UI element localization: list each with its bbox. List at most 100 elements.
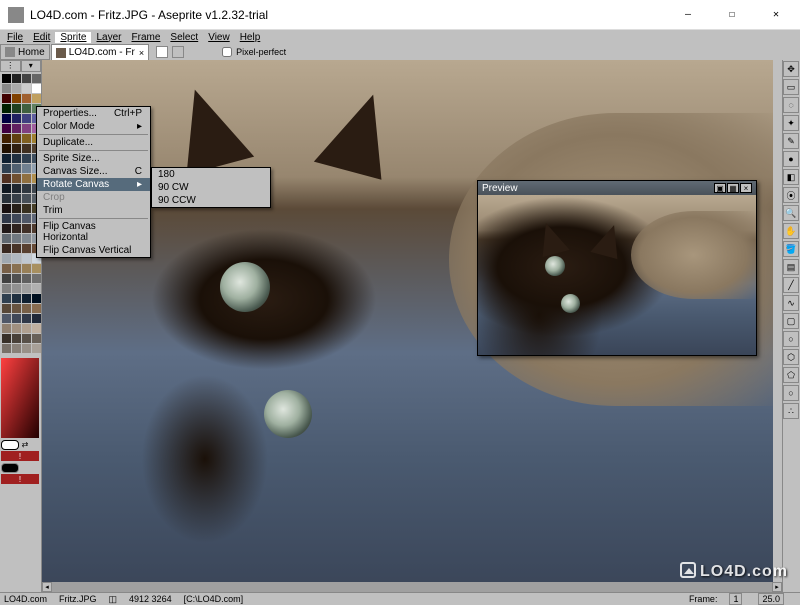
line-tool[interactable]: ╱ [783,277,799,293]
eraser-tool[interactable]: ◧ [783,169,799,185]
foreground-color-swatch[interactable] [1,440,19,450]
blur-tool[interactable]: ○ [783,385,799,401]
paint-bucket-tool[interactable]: 🪣 [783,241,799,257]
lasso-tool[interactable]: ◌ [783,97,799,113]
palette-swatch[interactable] [22,274,31,283]
palette-swatch[interactable] [22,214,31,223]
palette-swatch[interactable] [2,234,11,243]
palette-swatch[interactable] [2,114,11,123]
palette-swatch[interactable] [12,224,21,233]
menu-properties[interactable]: Properties... Ctrl+P [37,107,150,120]
palette-swatch[interactable] [32,94,41,103]
palette-swatch[interactable] [32,294,41,303]
menu-rotate-90ccw[interactable]: 90 CCW [152,194,270,207]
palette-swatch[interactable] [12,264,21,273]
palette-swatch[interactable] [32,324,41,333]
palette-swatch[interactable] [2,104,11,113]
palette-swatch[interactable] [32,344,41,353]
menu-select[interactable]: Select [165,32,203,43]
color-warning-bar[interactable]: ! [1,451,39,461]
menu-duplicate[interactable]: Duplicate... [37,136,150,149]
palette-swatch[interactable] [22,144,31,153]
palette-swatch[interactable] [2,184,11,193]
palette-swatch[interactable] [2,144,11,153]
palette-swatch[interactable] [32,284,41,293]
palette-swatch[interactable] [12,284,21,293]
gradient-tool[interactable]: ▤ [783,259,799,275]
rect-select-tool[interactable]: ▭ [783,79,799,95]
palette-swatch[interactable] [12,154,21,163]
color-warning-bar-2[interactable]: ! [1,474,39,484]
pencil-tool[interactable]: ✎ [783,133,799,149]
menu-rotate-180[interactable]: 180 [152,168,270,181]
palette-swatch[interactable] [2,194,11,203]
palette-swatch[interactable] [22,74,31,83]
palette-swatch[interactable] [22,244,31,253]
palette-swatch[interactable] [12,184,21,193]
menu-layer[interactable]: Layer [91,32,126,43]
palette-swatch[interactable] [32,74,41,83]
preview-close-button[interactable]: × [740,183,752,193]
status-zoom[interactable]: 25.0 [758,593,784,605]
palette-swatch[interactable] [12,124,21,133]
palette-swatch[interactable] [22,264,31,273]
palette-swatch[interactable] [12,234,21,243]
menu-sprite[interactable]: Sprite [55,32,91,43]
palette-swatch[interactable] [2,74,11,83]
swap-colors-icon[interactable]: ⇄ [20,440,30,450]
minimize-button[interactable]: — [666,0,710,29]
palette-swatch[interactable] [32,304,41,313]
palette-swatch[interactable] [2,244,11,253]
palette-swatch[interactable] [12,114,21,123]
brush-preview-icon[interactable] [156,46,168,58]
palette-swatch[interactable] [22,164,31,173]
palette-swatch[interactable] [2,214,11,223]
curve-tool[interactable]: ∿ [783,295,799,311]
palette-swatch[interactable] [12,104,21,113]
maximize-button[interactable]: ☐ [710,0,754,29]
canvas-area[interactable]: Preview ▣ ▦ × ◂ ▸ [42,60,782,592]
palette-swatch[interactable] [12,294,21,303]
palette-swatch[interactable] [32,314,41,323]
palette-swatch[interactable] [2,204,11,213]
palette-swatch[interactable] [12,94,21,103]
h-scroll-track[interactable] [52,582,772,592]
hand-tool[interactable]: ✋ [783,223,799,239]
palette-swatch[interactable] [2,94,11,103]
menu-flip-vertical[interactable]: Flip Canvas Vertical [37,244,150,257]
palette-swatch[interactable] [2,154,11,163]
ellipse-tool[interactable]: ○ [783,331,799,347]
tab-close-button[interactable]: × [139,48,144,58]
palette-swatch[interactable] [12,304,21,313]
horizontal-scrollbar[interactable]: ◂ ▸ [42,582,782,592]
menu-help[interactable]: Help [235,32,266,43]
wand-tool[interactable]: ✦ [783,115,799,131]
color-palette[interactable] [0,72,41,355]
palette-swatch[interactable] [2,314,11,323]
preview-center-button[interactable]: ▣ [714,183,726,193]
zoom-tool[interactable]: 🔍 [783,205,799,221]
palette-swatch[interactable] [32,264,41,273]
palette-swatch[interactable] [22,124,31,133]
palette-swatch[interactable] [2,324,11,333]
palette-swatch[interactable] [22,234,31,243]
preview-play-button[interactable]: ▦ [727,183,739,193]
pixel-perfect-checkbox[interactable] [222,47,232,57]
menu-flip-horizontal[interactable]: Flip Canvas Horizontal [37,220,150,244]
palette-swatch[interactable] [2,284,11,293]
palette-swatch[interactable] [2,334,11,343]
palette-swatch[interactable] [12,274,21,283]
palette-swatch[interactable] [22,174,31,183]
menu-frame[interactable]: Frame [127,32,166,43]
menu-rotate-canvas[interactable]: Rotate Canvas ▸ [37,178,150,191]
palette-swatch[interactable] [12,324,21,333]
color-gradient[interactable] [1,358,39,438]
jumble-tool[interactable]: ∴ [783,403,799,419]
palette-edit-button[interactable]: ▾ [21,60,42,72]
palette-swatch[interactable] [2,274,11,283]
palette-swatch[interactable] [2,224,11,233]
palette-swatch[interactable] [22,344,31,353]
palette-swatch[interactable] [32,334,41,343]
palette-swatch[interactable] [22,104,31,113]
palette-swatch[interactable] [12,314,21,323]
